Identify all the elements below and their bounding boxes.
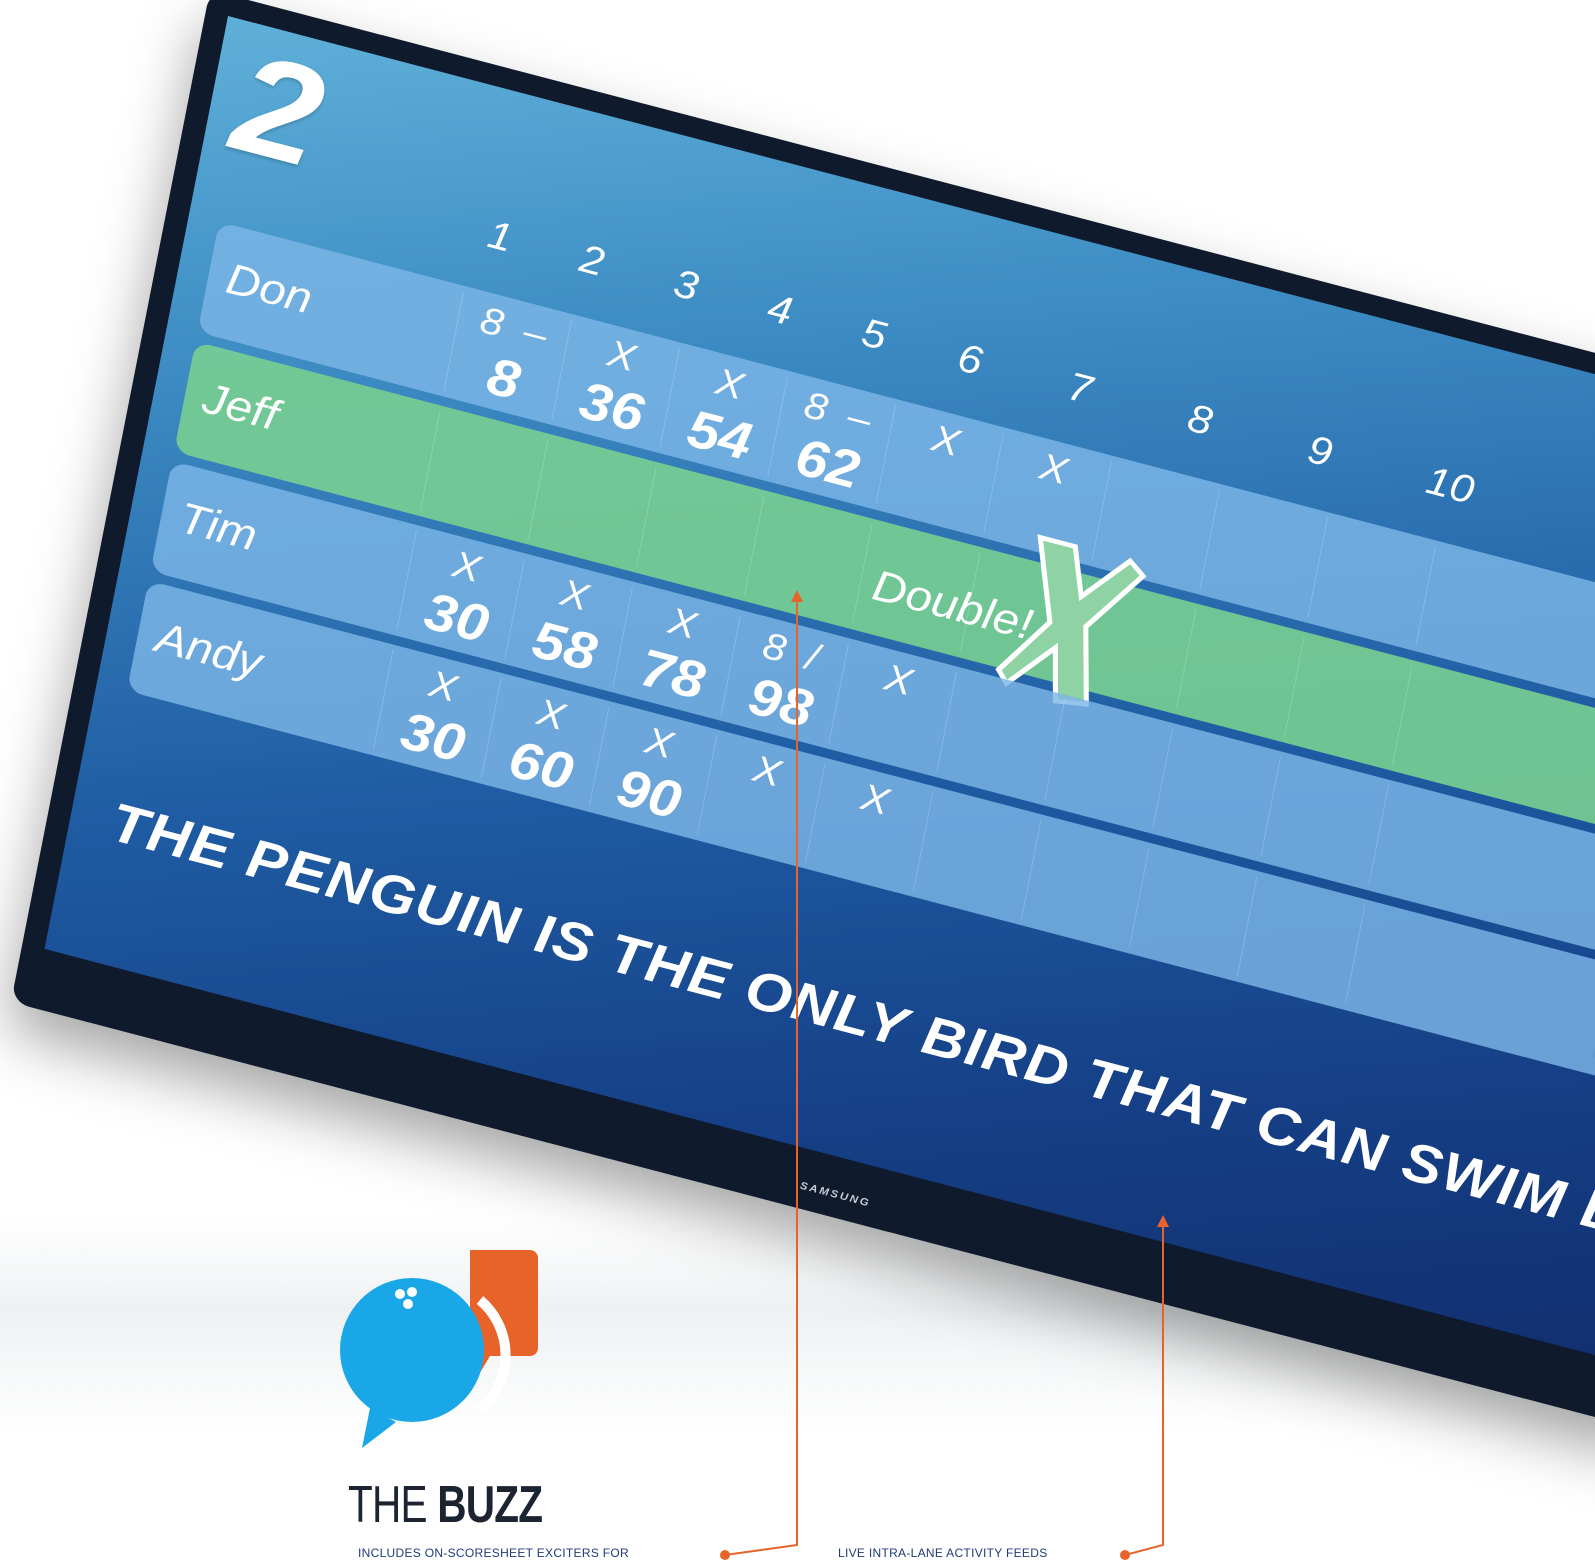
frame-number: 2 <box>576 235 609 285</box>
frame-balls: X <box>928 417 963 465</box>
frame-cell <box>1020 819 1150 948</box>
frame-cell <box>1415 546 1545 674</box>
player-name: Don <box>222 253 317 324</box>
frame-cell <box>1152 728 1281 857</box>
frame-cell <box>912 791 1042 920</box>
frame-cell: X 36 <box>551 319 681 448</box>
note-right: LIVE INTRA-LANE ACTIVITY FEEDS <box>838 1546 1048 1560</box>
player-total: 120 <box>1590 981 1595 1111</box>
frame-cell <box>1283 637 1413 766</box>
player-name: Tim <box>175 492 262 561</box>
frame-cell <box>1368 785 1497 914</box>
logo-title: THE BUZZ <box>348 1476 543 1534</box>
frame-balls: X <box>857 776 893 824</box>
player-name: Andy <box>151 611 267 688</box>
tv-display: 2 12345678910 Don8 –8X36X548 –62XX9Jeff9… <box>10 0 1595 1432</box>
frame-number: 9 <box>1304 425 1337 476</box>
frame-balls: X <box>1036 445 1071 494</box>
frame-cell <box>1236 876 1366 1005</box>
frame-cell <box>936 672 1065 800</box>
buzz-logo-icon <box>340 1250 538 1448</box>
player-name: Jeff <box>198 372 283 440</box>
frame-cell <box>635 467 765 596</box>
frame-number: 10 <box>1422 456 1478 513</box>
frame-cell <box>1175 609 1305 737</box>
frame-cell <box>1260 756 1389 885</box>
frame-cell <box>1307 517 1437 646</box>
frame-cell: X <box>804 763 934 892</box>
callout-dot-exciter <box>720 1550 730 1560</box>
frame-cell <box>1391 665 1521 794</box>
frame-number: 8 <box>1184 394 1217 444</box>
frame-cell <box>1199 489 1329 618</box>
frame-number: 5 <box>858 309 891 359</box>
frame-number: 1 <box>484 211 517 261</box>
frame-cell <box>743 495 873 624</box>
frame-balls: X <box>881 656 916 704</box>
frame-cell: X 58 <box>504 558 633 687</box>
frame-cell: X 78 <box>612 587 741 716</box>
frame-cell: 8 –62 <box>767 376 897 505</box>
frame-cell <box>1128 848 1258 977</box>
frame-number: 4 <box>764 284 797 334</box>
frame-cell: X <box>828 643 957 772</box>
lane-number: 2 <box>221 21 336 198</box>
frame-cell <box>1344 904 1474 1033</box>
frame-cell: 8 –8 <box>443 291 573 420</box>
frame-cell: X 54 <box>659 347 789 476</box>
scoreboard-screen: 2 12345678910 Don8 –8X36X548 –62XX9Jeff9… <box>44 16 1595 1368</box>
callout-dot-ticker <box>1120 1550 1130 1560</box>
frame-cell: X <box>875 404 1005 533</box>
frame-number: 7 <box>1064 363 1097 413</box>
frame-cell: X <box>696 735 826 863</box>
frame-cell: X 30 <box>396 530 525 659</box>
frame-balls: X <box>749 747 785 796</box>
frame-cell <box>1044 700 1173 829</box>
frame-cell: X 30 <box>372 650 502 779</box>
frame-number: 6 <box>954 334 987 384</box>
frame-cell: X 60 <box>480 678 610 807</box>
frame-cell: 8 /98 <box>720 615 849 744</box>
note-left: INCLUDES ON-SCORESHEET EXCITERS FOR <box>358 1546 629 1560</box>
frame-number: 3 <box>670 259 703 310</box>
frame-cell <box>419 410 549 539</box>
frame-cell <box>527 439 657 568</box>
frame-cell: X 90 <box>588 706 718 835</box>
